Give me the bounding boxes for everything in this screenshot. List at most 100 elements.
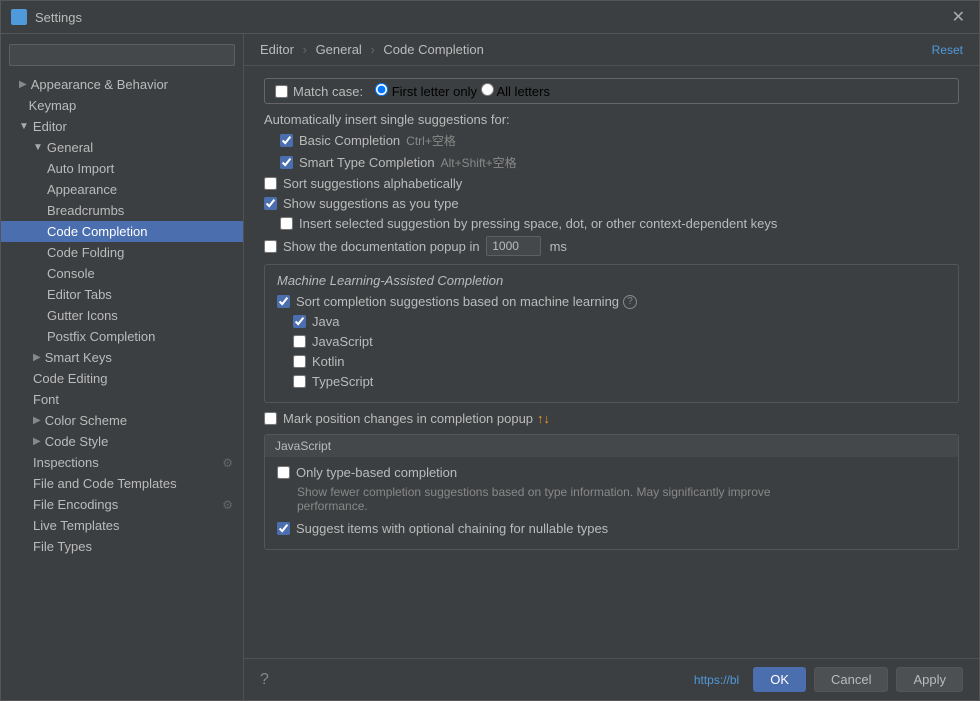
reset-button[interactable]: Reset bbox=[932, 43, 963, 57]
sidebar-item-smart-keys[interactable]: ▶ Smart Keys bbox=[1, 347, 243, 368]
sidebar-item-breadcrumbs[interactable]: Breadcrumbs bbox=[1, 200, 243, 221]
sort-ml-label: Sort completion suggestions based on mac… bbox=[296, 294, 619, 309]
java-checkbox[interactable] bbox=[293, 315, 306, 328]
breadcrumb: Editor › General › Code Completion bbox=[260, 42, 484, 57]
javascript-checkbox[interactable] bbox=[293, 335, 306, 348]
only-type-based-description: Show fewer completion suggestions based … bbox=[297, 485, 797, 513]
close-button[interactable]: ✕ bbox=[948, 7, 969, 27]
nullable-types-checkbox[interactable] bbox=[277, 522, 290, 535]
java-label: Java bbox=[312, 314, 339, 329]
content-panel: Editor › General › Code Completion Reset… bbox=[244, 34, 979, 700]
arrow-icon: ▶ bbox=[19, 79, 27, 90]
arrow-icon: ▶ bbox=[33, 352, 41, 363]
sidebar-item-label: Smart Keys bbox=[45, 350, 112, 365]
all-letters-radio[interactable] bbox=[481, 83, 494, 96]
match-case-radio-group: First letter only All letters bbox=[375, 83, 550, 99]
sidebar-item-live-templates[interactable]: Live Templates bbox=[1, 515, 243, 536]
sidebar-item-label: Gutter Icons bbox=[47, 308, 118, 323]
help-icon[interactable]: ? bbox=[623, 295, 637, 309]
arrow-icon: ▶ bbox=[33, 415, 41, 426]
sidebar-item-label: File Encodings bbox=[33, 497, 118, 512]
sidebar-item-general[interactable]: ▼ General bbox=[1, 137, 243, 158]
typescript-row: TypeScript bbox=[293, 374, 946, 389]
javascript-row: JavaScript bbox=[293, 334, 946, 349]
basic-completion-shortcut: Ctrl+空格 bbox=[406, 132, 456, 149]
sidebar-item-label: Live Templates bbox=[33, 518, 119, 533]
cancel-button[interactable]: Cancel bbox=[814, 667, 888, 692]
match-case-checkbox[interactable] bbox=[275, 85, 288, 98]
basic-completion-row: Basic Completion Ctrl+空格 bbox=[280, 132, 959, 149]
js-section-header: JavaScript bbox=[265, 435, 958, 457]
kotlin-label: Kotlin bbox=[312, 354, 345, 369]
sidebar-item-label: Font bbox=[33, 392, 59, 407]
settings-dialog: Settings ✕ ▶ Appearance & Behavior Keyma… bbox=[0, 0, 980, 701]
sort-alpha-checkbox[interactable] bbox=[264, 177, 277, 190]
sidebar-item-label: Color Scheme bbox=[45, 413, 127, 428]
sidebar-item-font[interactable]: Font bbox=[1, 389, 243, 410]
bottom-bar: ? https://bl OK Cancel Apply bbox=[244, 658, 979, 700]
sidebar-item-console[interactable]: Console bbox=[1, 263, 243, 284]
show-doc-popup-label: Show the documentation popup in bbox=[283, 239, 480, 254]
js-section-body: Only type-based completion Show fewer co… bbox=[265, 457, 958, 549]
sidebar-item-label: Editor bbox=[33, 119, 67, 134]
insert-selected-row: Insert selected suggestion by pressing s… bbox=[280, 216, 959, 231]
kotlin-checkbox[interactable] bbox=[293, 355, 306, 368]
only-type-based-label: Only type-based completion bbox=[296, 465, 457, 480]
apply-button[interactable]: Apply bbox=[896, 667, 963, 692]
sidebar-item-code-editing[interactable]: Code Editing bbox=[1, 368, 243, 389]
sidebar-item-postfix-completion[interactable]: Postfix Completion bbox=[1, 326, 243, 347]
sidebar-item-appearance[interactable]: Appearance bbox=[1, 179, 243, 200]
show-suggestions-row: Show suggestions as you type bbox=[264, 196, 959, 211]
sidebar-item-color-scheme[interactable]: ▶ Color Scheme bbox=[1, 410, 243, 431]
sidebar-item-label: Keymap bbox=[29, 98, 77, 113]
sidebar-item-label: Console bbox=[47, 266, 95, 281]
sidebar-item-file-types[interactable]: File Types bbox=[1, 536, 243, 557]
mark-position-checkbox[interactable] bbox=[264, 412, 277, 425]
search-input[interactable] bbox=[9, 44, 235, 66]
arrow-icon: ▼ bbox=[19, 121, 29, 132]
sidebar-item-editor-tabs[interactable]: Editor Tabs bbox=[1, 284, 243, 305]
settings-icon: ⚙ bbox=[222, 456, 233, 470]
arrow-icon: ▼ bbox=[33, 142, 43, 153]
sidebar-item-label: File Types bbox=[33, 539, 92, 554]
js-section: JavaScript Only type-based completion Sh… bbox=[264, 434, 959, 550]
sidebar-item-file-encodings[interactable]: File Encodings ⚙ bbox=[1, 494, 243, 515]
app-icon bbox=[11, 9, 27, 25]
typescript-checkbox[interactable] bbox=[293, 375, 306, 388]
sidebar-item-label: Auto Import bbox=[47, 161, 114, 176]
all-letters-radio-label: All letters bbox=[481, 84, 550, 99]
sidebar-item-label: Code Folding bbox=[47, 245, 124, 260]
first-letter-radio[interactable] bbox=[375, 83, 388, 96]
help-button[interactable]: ? bbox=[260, 671, 269, 689]
basic-completion-checkbox[interactable] bbox=[280, 134, 293, 147]
sidebar-item-code-style[interactable]: ▶ Code Style bbox=[1, 431, 243, 452]
mark-position-row: Mark position changes in completion popu… bbox=[264, 411, 959, 426]
suggestions-sub-options: Insert selected suggestion by pressing s… bbox=[264, 216, 959, 231]
show-suggestions-checkbox[interactable] bbox=[264, 197, 277, 210]
only-type-based-checkbox[interactable] bbox=[277, 466, 290, 479]
sidebar-item-gutter-icons[interactable]: Gutter Icons bbox=[1, 305, 243, 326]
smart-completion-checkbox[interactable] bbox=[280, 156, 293, 169]
auto-insert-title-row: Automatically insert single suggestions … bbox=[264, 112, 959, 127]
content-header: Editor › General › Code Completion Reset bbox=[244, 34, 979, 66]
sidebar-item-inspections[interactable]: Inspections ⚙ bbox=[1, 452, 243, 473]
sort-ml-checkbox[interactable] bbox=[277, 295, 290, 308]
insert-selected-checkbox[interactable] bbox=[280, 217, 293, 230]
sidebar-item-label: General bbox=[47, 140, 93, 155]
show-doc-popup-checkbox[interactable] bbox=[264, 240, 277, 253]
sidebar-item-auto-import[interactable]: Auto Import bbox=[1, 158, 243, 179]
first-letter-radio-label: First letter only bbox=[375, 84, 481, 99]
sidebar-item-label: Appearance bbox=[47, 182, 117, 197]
match-case-checkbox-group: Match case: bbox=[275, 84, 363, 99]
sidebar-item-code-folding[interactable]: Code Folding bbox=[1, 242, 243, 263]
ml-section-title: Machine Learning-Assisted Completion bbox=[277, 273, 946, 288]
settings-icon: ⚙ bbox=[222, 498, 233, 512]
sidebar-item-editor[interactable]: ▼ Editor bbox=[1, 116, 243, 137]
ok-button[interactable]: OK bbox=[753, 667, 806, 692]
ml-languages: Java JavaScript Kotlin TypeScript bbox=[277, 314, 946, 389]
sidebar-item-code-completion[interactable]: Code Completion bbox=[1, 221, 243, 242]
sidebar-item-file-code-templates[interactable]: File and Code Templates bbox=[1, 473, 243, 494]
doc-popup-value-input[interactable] bbox=[486, 236, 541, 256]
sidebar-item-keymap[interactable]: Keymap bbox=[1, 95, 243, 116]
sidebar-item-appearance-behavior[interactable]: ▶ Appearance & Behavior bbox=[1, 74, 243, 95]
